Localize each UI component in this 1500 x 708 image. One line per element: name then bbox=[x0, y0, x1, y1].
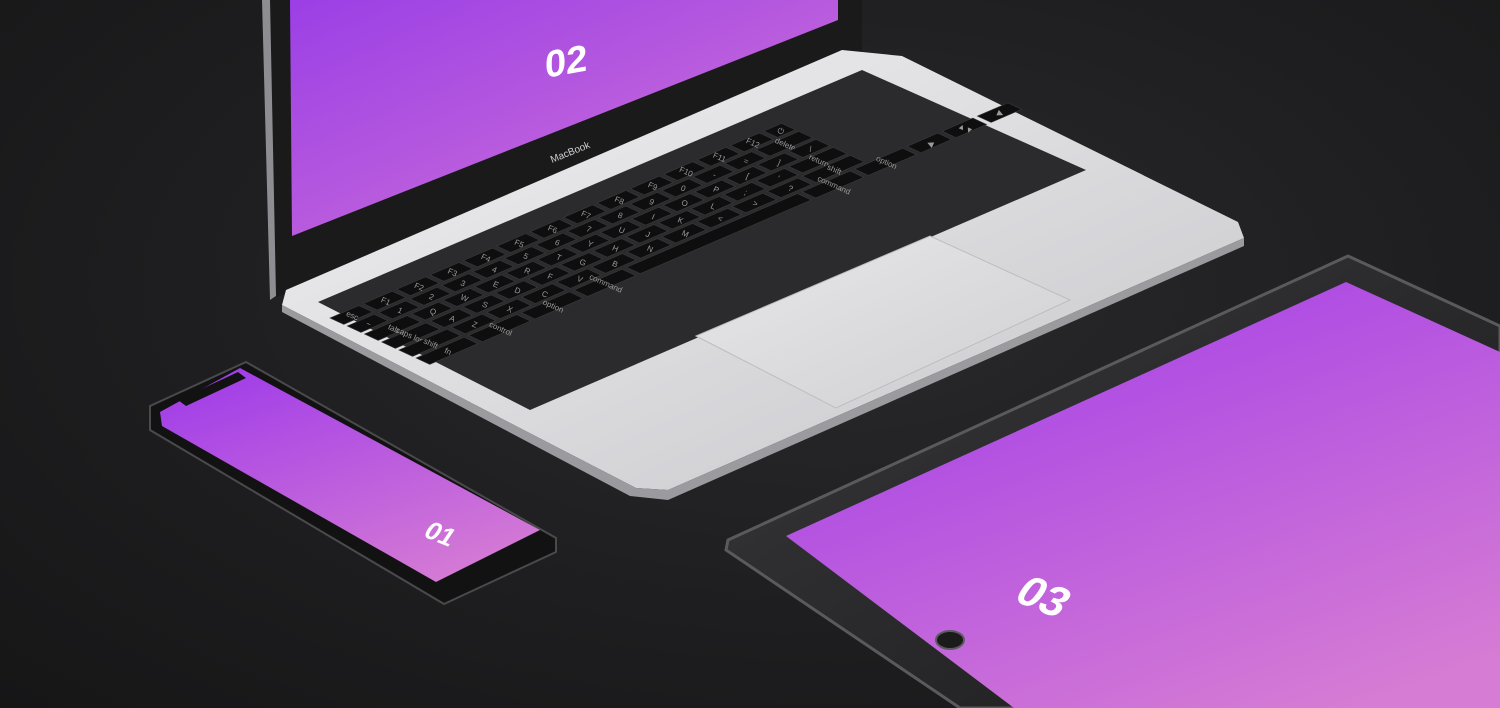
tablet-home-button[interactable] bbox=[935, 630, 965, 650]
device-mockup-scene: 02 MacBook esc F1 F2 F3 F4 F5 F6 F7 F8 F9 F10 F11 F1… bbox=[0, 0, 1500, 708]
devices-illustration: 02 MacBook escF1F2F3F4F5F6F7F8F9F10F11F1… bbox=[149, 0, 1500, 708]
laptop-screen-number: 02 bbox=[545, 37, 587, 87]
